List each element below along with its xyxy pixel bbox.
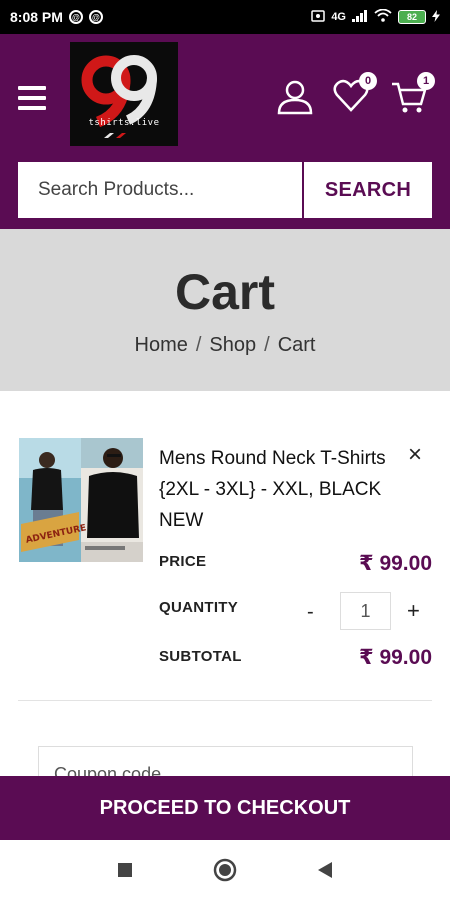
network-label: 4G bbox=[331, 11, 346, 23]
cart-item: ADVENTURE Mens Round Neck T-Shirts {2XL … bbox=[0, 391, 450, 701]
breadcrumb: Home / Shop / Cart bbox=[0, 334, 450, 357]
divider bbox=[18, 700, 432, 701]
breadcrumb-separator: / bbox=[264, 334, 270, 356]
page-title: Cart bbox=[174, 264, 276, 320]
site-logo[interactable]: tshirts.live bbox=[70, 42, 178, 146]
quantity-label: QUANTITY bbox=[159, 599, 239, 616]
breadcrumb-home-link[interactable]: Home bbox=[135, 334, 188, 357]
breadcrumb-current: Cart bbox=[277, 334, 316, 356]
price-label: PRICE bbox=[159, 553, 207, 570]
wifi-icon bbox=[374, 8, 392, 25]
wishlist-heart-icon[interactable]: 0 bbox=[333, 72, 377, 118]
logo-graphic bbox=[81, 55, 157, 138]
quantity-decrease-button[interactable]: - bbox=[307, 601, 314, 624]
home-circle-icon[interactable] bbox=[210, 855, 240, 885]
system-navigation-bar bbox=[0, 840, 450, 900]
quantity-input[interactable] bbox=[340, 592, 391, 630]
product-thumbnail[interactable]: ADVENTURE bbox=[19, 438, 143, 562]
wishlist-count-badge: 0 bbox=[359, 72, 377, 90]
subtotal-value: ₹ 99.00 bbox=[359, 646, 432, 669]
logo-text: tshirts.live bbox=[88, 118, 160, 128]
proceed-to-checkout-button[interactable]: PROCEED TO CHECKOUT bbox=[0, 776, 450, 840]
search-input[interactable] bbox=[18, 162, 302, 218]
battery-icon: 82 bbox=[398, 10, 426, 24]
back-triangle-icon[interactable] bbox=[310, 855, 340, 885]
status-time: 8:08 PM bbox=[10, 9, 63, 25]
search-button[interactable]: SEARCH bbox=[304, 162, 432, 218]
status-left: 8:08 PM @ @ bbox=[10, 9, 103, 25]
signal-icon bbox=[352, 9, 368, 25]
product-name-link[interactable]: Mens Round Neck T-Shirts {2XL - 3XL} - X… bbox=[159, 443, 389, 536]
screenshot-icon bbox=[311, 9, 326, 25]
hamburger-menu-icon[interactable] bbox=[18, 86, 46, 110]
remove-item-close-icon[interactable]: × bbox=[408, 443, 422, 467]
notification-icon: @ bbox=[68, 10, 83, 24]
status-right: 4G 82 bbox=[311, 8, 440, 25]
status-bar: 8:08 PM @ @ 4G 82 bbox=[0, 0, 450, 34]
breadcrumb-separator: / bbox=[195, 334, 202, 356]
notification-icon-2: @ bbox=[88, 10, 103, 24]
charging-icon bbox=[432, 9, 440, 25]
cart-count-badge: 1 bbox=[417, 72, 435, 90]
breadcrumb-shop-link[interactable]: Shop bbox=[209, 334, 256, 357]
site-header: tshirts.live 0 1 SEARCH bbox=[0, 34, 450, 229]
quantity-increase-button[interactable]: + bbox=[407, 598, 420, 624]
account-icon[interactable] bbox=[276, 78, 316, 118]
search-bar: SEARCH bbox=[18, 162, 432, 218]
recent-apps-square-icon[interactable] bbox=[110, 855, 140, 885]
cart-icon[interactable]: 1 bbox=[391, 72, 435, 118]
page-banner: Cart Home / Shop / Cart bbox=[0, 229, 450, 391]
subtotal-label: SUBTOTAL bbox=[159, 648, 242, 665]
price-value: ₹ 99.00 bbox=[359, 552, 432, 575]
